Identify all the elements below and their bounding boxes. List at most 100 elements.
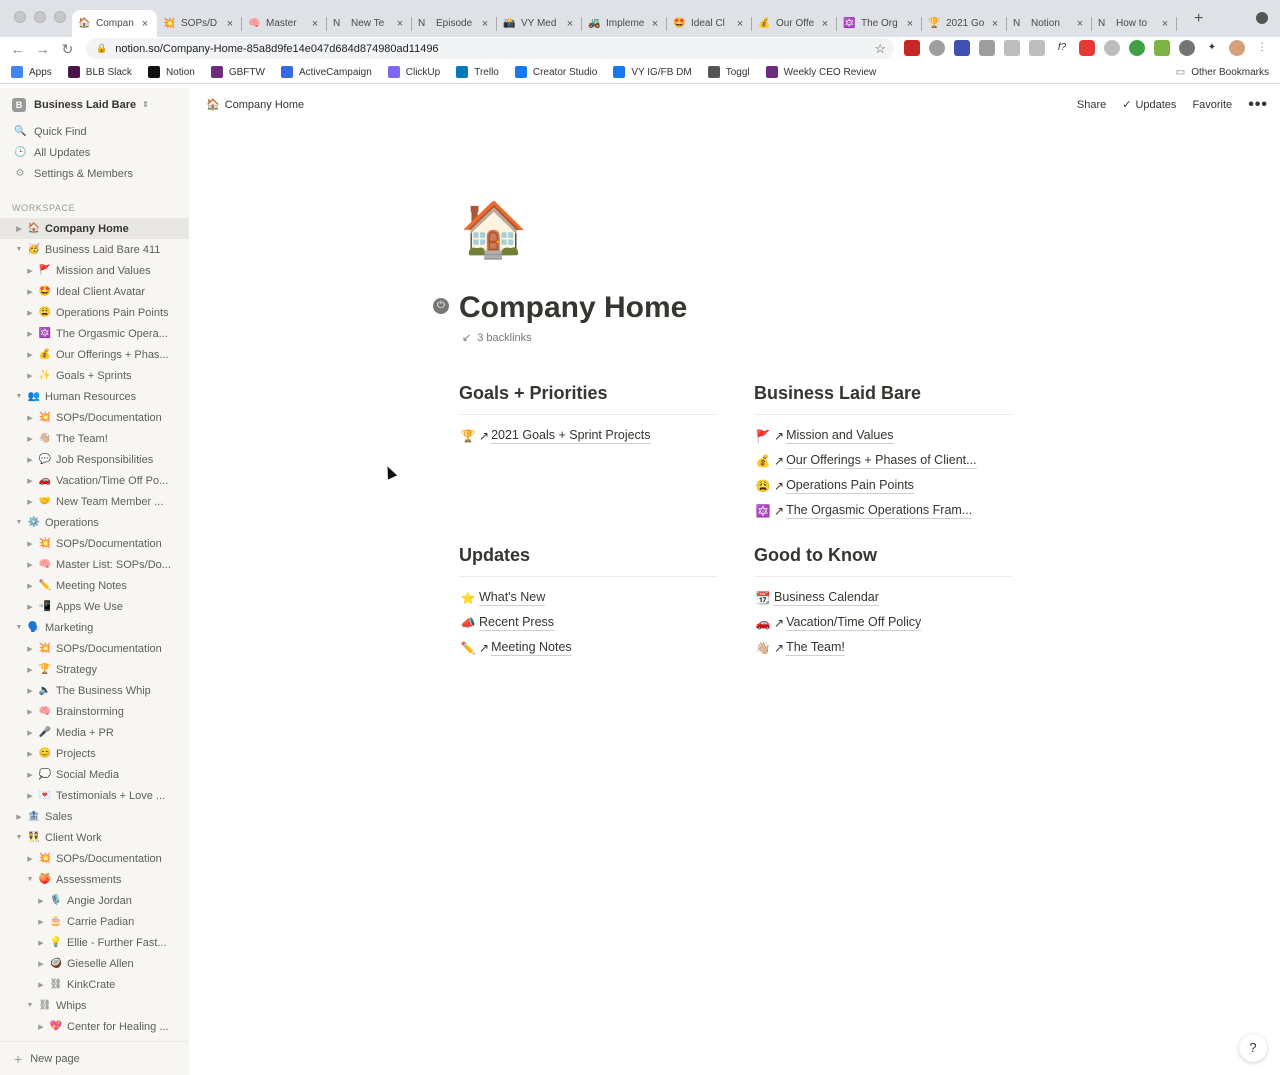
bookmark-item[interactable]: Trello xyxy=(456,66,499,78)
share-button[interactable]: Share xyxy=(1077,99,1106,111)
camera-icon[interactable] xyxy=(979,40,995,56)
triangle-right-icon[interactable]: ▶ xyxy=(25,561,35,569)
browser-tab[interactable]: 🏆 2021 Go × xyxy=(922,10,1007,37)
close-icon[interactable]: × xyxy=(734,18,746,30)
triangle-right-icon[interactable]: ▶ xyxy=(25,372,35,380)
url-field[interactable]: 🔒 notion.so/Company-Home-85a8d9fe14e047d… xyxy=(86,38,894,59)
triangle-down-icon[interactable]: ▼ xyxy=(14,519,24,526)
updates-button[interactable]: ✓ Updates xyxy=(1122,98,1176,111)
page-link[interactable]: ⭐ What's New xyxy=(459,585,717,610)
page-title[interactable]: Company Home xyxy=(459,288,687,328)
bookmark-item[interactable]: Weekly CEO Review xyxy=(765,66,876,78)
sidebar-tree-item[interactable]: ▶ 📲 Apps We Use xyxy=(0,596,189,617)
close-window-button[interactable] xyxy=(14,11,26,23)
triangle-right-icon[interactable]: ▶ xyxy=(25,477,35,485)
page-link[interactable]: 💰 ↗ Our Offerings + Phases of Client... xyxy=(754,448,1012,473)
triangle-down-icon[interactable]: ▼ xyxy=(25,876,35,883)
close-icon[interactable]: × xyxy=(989,18,1001,30)
browser-tab[interactable]: N Episode × xyxy=(412,10,497,37)
triangle-down-icon[interactable]: ▼ xyxy=(14,624,24,631)
sidebar-tree-item[interactable]: ▶ 🏦 Sales xyxy=(0,806,189,827)
triangle-right-icon[interactable]: ▶ xyxy=(25,729,35,737)
sidebar-tree-item[interactable]: ▼ 🍑 Assessments xyxy=(0,869,189,890)
minimize-window-button[interactable] xyxy=(34,11,46,23)
browser-tab[interactable]: 🔯 The Org × xyxy=(837,10,922,37)
code-icon[interactable] xyxy=(1004,40,1020,56)
quick-find-link[interactable]: 🔍 Quick Find xyxy=(0,121,189,142)
triangle-right-icon[interactable]: ▶ xyxy=(25,414,35,422)
triangle-right-icon[interactable]: ▶ xyxy=(25,855,35,863)
back-arrow-icon[interactable]: ← xyxy=(5,41,30,57)
bookmark-item[interactable]: Creator Studio xyxy=(514,66,597,78)
favorite-button[interactable]: Favorite xyxy=(1192,99,1232,111)
sidebar-tree-item[interactable]: ▶ ✨ Goals + Sprints xyxy=(0,365,189,386)
triangle-right-icon[interactable]: ▶ xyxy=(25,498,35,506)
sidebar-tree-item[interactable]: ▶ 🏠 Company Home xyxy=(0,218,189,239)
sidebar-tree-item[interactable]: ▶ 🔯 The Orgasmic Opera... xyxy=(0,323,189,344)
power-icon[interactable]: ⏻ xyxy=(433,298,449,314)
triangle-right-icon[interactable]: ▶ xyxy=(25,582,35,590)
new-page-button[interactable]: + New page xyxy=(0,1041,189,1075)
triangle-right-icon[interactable]: ▶ xyxy=(25,708,35,716)
triangle-right-icon[interactable]: ▶ xyxy=(25,603,35,611)
extension-icon[interactable] xyxy=(929,40,945,56)
close-icon[interactable]: × xyxy=(649,18,661,30)
triangle-down-icon[interactable]: ▼ xyxy=(14,393,24,400)
close-icon[interactable]: × xyxy=(224,18,236,30)
page-link[interactable]: 📆 Business Calendar xyxy=(754,585,1012,610)
breadcrumb[interactable]: 🏠 Company Home xyxy=(206,98,304,112)
browser-tab[interactable]: 📸 VY Med × xyxy=(497,10,582,37)
avatar[interactable] xyxy=(1229,40,1245,56)
workspace-switcher[interactable]: B Business Laid Bare ⇕ xyxy=(0,88,189,121)
sidebar-tree-item[interactable]: ▼ 🥳 Business Laid Bare 411 xyxy=(0,239,189,260)
zoom-window-button[interactable] xyxy=(54,11,66,23)
sidebar-tree-item[interactable]: ▶ 🧠 Brainstorming xyxy=(0,701,189,722)
formula-icon[interactable]: f? xyxy=(1054,40,1070,56)
extension-icon[interactable] xyxy=(1029,40,1045,56)
triangle-down-icon[interactable]: ▼ xyxy=(14,834,24,841)
triangle-down-icon[interactable]: ▼ xyxy=(14,246,24,253)
triangle-right-icon[interactable]: ▶ xyxy=(25,456,35,464)
sidebar-tree-item[interactable]: ▶ 🎤 Media + PR xyxy=(0,722,189,743)
page-link[interactable]: 🚩 ↗ Mission and Values xyxy=(754,423,1012,448)
triangle-right-icon[interactable]: ▶ xyxy=(36,918,46,926)
sidebar-tree-item[interactable]: ▶ 💬 Job Responsibilities xyxy=(0,449,189,470)
backlinks[interactable]: ↙ 3 backlinks xyxy=(462,331,532,345)
page-link[interactable]: 📣 Recent Press xyxy=(459,610,717,635)
reload-icon[interactable]: ↻ xyxy=(55,41,80,58)
browser-tab[interactable]: 🧠 Master × xyxy=(242,10,327,37)
page-link[interactable]: 🏆 ↗ 2021 Goals + Sprint Projects xyxy=(459,423,717,448)
page-link[interactable]: ✏️ ↗ Meeting Notes xyxy=(459,635,717,660)
sidebar-tree-item[interactable]: ▶ 💭 Social Media xyxy=(0,764,189,785)
sidebar-tree-item[interactable]: ▶ 🧠 Master List: SOPs/Do... xyxy=(0,554,189,575)
puzzle-icon[interactable]: ✦ xyxy=(1204,40,1220,56)
help-button[interactable]: ? xyxy=(1239,1034,1267,1062)
sidebar-tree-item[interactable]: ▼ 🗣️ Marketing xyxy=(0,617,189,638)
close-icon[interactable]: × xyxy=(904,18,916,30)
page-link[interactable]: 👋🏼 ↗ The Team! xyxy=(754,635,1012,660)
sidebar-tree-item[interactable]: ▼ 👥 Human Resources xyxy=(0,386,189,407)
triangle-right-icon[interactable]: ▶ xyxy=(36,939,46,947)
browser-tab[interactable]: 🤩 Ideal Cl × xyxy=(667,10,752,37)
page-link[interactable]: 😩 ↗ Operations Pain Points xyxy=(754,473,1012,498)
sidebar-tree-item[interactable]: ▶ 💖 Center for Healing ... xyxy=(0,1016,189,1037)
extension-icon[interactable] xyxy=(1154,40,1170,56)
extension-icon[interactable] xyxy=(954,40,970,56)
sidebar-tree-item[interactable]: ▶ 💥 SOPs/Documentation xyxy=(0,533,189,554)
sidebar-tree-item[interactable]: ▶ 💡 Ellie - Further Fast... xyxy=(0,932,189,953)
sidebar-tree-item[interactable]: ▶ 💰 Our Offerings + Phas... xyxy=(0,344,189,365)
sidebar-tree-item[interactable]: ▶ 💥 SOPs/Documentation xyxy=(0,638,189,659)
sidebar-tree-item[interactable]: ▶ 🏆 Strategy xyxy=(0,659,189,680)
browser-tab[interactable]: 💰 Our Offe × xyxy=(752,10,837,37)
bookmark-item[interactable]: GBFTW xyxy=(210,66,265,78)
sidebar-tree-item[interactable]: ▶ 🚩 Mission and Values xyxy=(0,260,189,281)
browser-tab[interactable]: N Notion × xyxy=(1007,10,1092,37)
page-link[interactable]: 🔯 ↗ The Orgasmic Operations Fram... xyxy=(754,498,1012,523)
bookmark-item[interactable]: ActiveCampaign xyxy=(280,66,372,78)
browser-tab[interactable]: 💥 SOPs/D × xyxy=(157,10,242,37)
sidebar-tree-item[interactable]: ▶ 🎙️ Angie Jordan xyxy=(0,890,189,911)
bookmark-item[interactable]: Toggl xyxy=(707,66,750,78)
triangle-right-icon[interactable]: ▶ xyxy=(25,750,35,758)
close-icon[interactable]: × xyxy=(479,18,491,30)
sidebar-tree-item[interactable]: ▶ 🚗 Vacation/Time Off Po... xyxy=(0,470,189,491)
